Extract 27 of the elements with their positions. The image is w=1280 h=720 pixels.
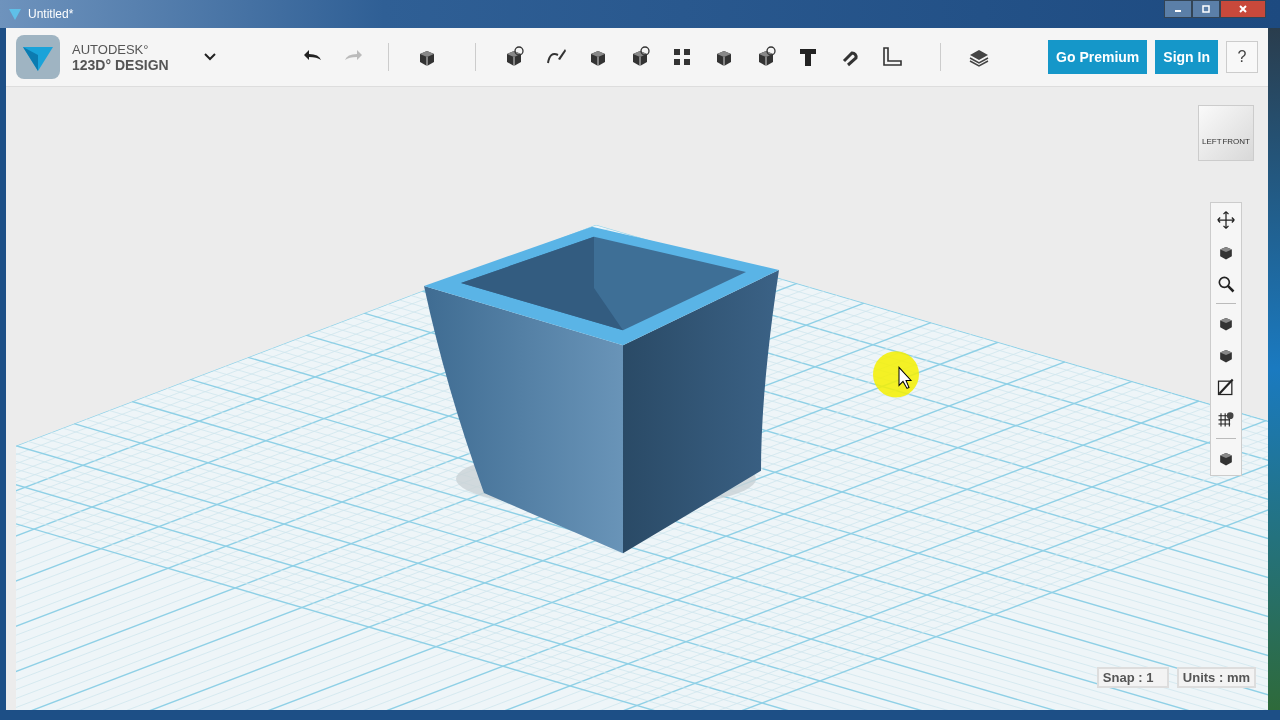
view-cube-label: FRONT [1222,137,1250,146]
view-cube[interactable]: LEFTFRONT [1198,105,1254,161]
maximize-icon [1201,4,1211,14]
close-icon [1238,4,1248,14]
3d-viewport[interactable]: LEFTFRONT Snap : 1 Units : mm [6,87,1268,710]
maximize-button[interactable] [1192,0,1220,18]
window-title: Untitled* [28,7,74,21]
snap-setting[interactable]: Snap : 1 [1096,667,1169,688]
move-icon [1216,210,1236,230]
cursor-highlight [873,351,919,398]
brand-name: AUTODESK° [72,41,150,57]
close-button[interactable] [1220,0,1266,18]
app-logo-icon [8,7,22,21]
view-cube-label: LEFT [1202,137,1222,146]
undo-arrow-icon [302,48,324,63]
grid-icon [1216,409,1236,429]
pen-icon [1216,377,1236,397]
product-name: 123D° DESIGN [72,56,170,73]
search-icon [1216,274,1236,294]
help-button[interactable]: ? [1226,41,1258,73]
app-logo-icon[interactable] [16,35,60,79]
ruler-icon [880,45,904,69]
redo-arrow-icon [342,48,364,63]
chevron-down-icon[interactable] [204,53,216,61]
minimize-button[interactable] [1164,0,1192,18]
units-setting[interactable]: Units : mm [1176,667,1256,688]
planter-model-drawing[interactable] [424,226,779,554]
